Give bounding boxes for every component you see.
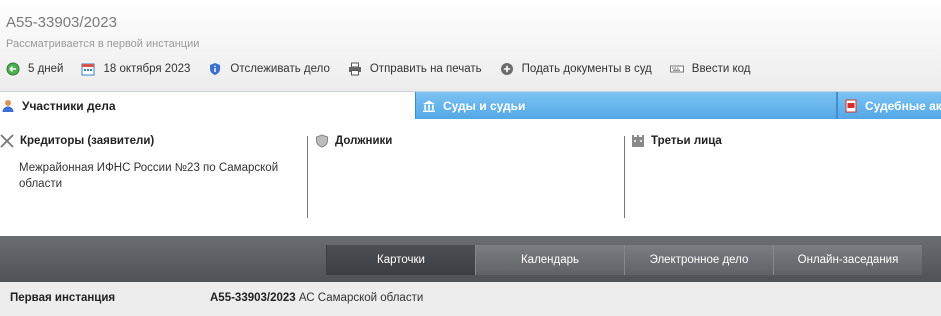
nav-electronic-case-button[interactable]: Электронное дело	[624, 245, 773, 275]
participants-panel: Кредиторы (заявители) Межрайонная ИФНС Р…	[0, 128, 941, 228]
days-elapsed-action[interactable]: 5 дней	[6, 62, 63, 76]
case-actions-toolbar: 5 дней 18 октября 2023 Отслеживать дело …	[6, 61, 768, 77]
nav-calendar-button[interactable]: Календарь	[475, 245, 624, 275]
nav-online-hearings-button[interactable]: Онлайн-заседания	[773, 245, 922, 275]
courthouse-icon	[422, 99, 436, 113]
hearing-date-action[interactable]: 18 октября 2023	[81, 62, 190, 76]
case-nav-bar: Карточки Календарь Электронное дело Онла…	[0, 236, 941, 282]
case-number: А55-33903/2023	[6, 14, 117, 31]
pdf-document-icon	[844, 99, 858, 113]
enter-code-action[interactable]: Ввести код	[669, 62, 751, 76]
creditors-column: Кредиторы (заявители) Межрайонная ИФНС Р…	[0, 128, 306, 220]
debtors-heading: Должники	[315, 128, 625, 154]
clock-arrow-icon	[6, 62, 20, 76]
debtors-column: Должники	[307, 134, 625, 218]
enter-code-label: Ввести код	[691, 63, 751, 75]
shield-icon	[315, 134, 329, 148]
creditors-title: Кредиторы (заявители)	[20, 135, 155, 147]
instance-label: Первая инстанция	[10, 292, 116, 304]
third-parties-heading: Третьи лица	[631, 128, 941, 154]
person-icon	[1, 99, 15, 113]
third-parties-column: Третьи лица	[624, 135, 941, 218]
track-case-action[interactable]: Отслеживать дело	[208, 62, 330, 76]
building-icon	[631, 134, 645, 148]
tab-courts-label: Суды и судьи	[443, 98, 526, 113]
tab-participants-label: Участники дела	[22, 98, 116, 113]
hearing-date-label: 18 октября 2023	[103, 63, 191, 75]
keyboard-icon	[669, 62, 684, 76]
track-case-label: Отслеживать дело	[230, 63, 330, 75]
instance-row: Первая инстанция А55-33903/2023 АС Самар…	[0, 282, 941, 316]
tab-acts[interactable]: Судебные акты	[836, 92, 941, 119]
tab-participants[interactable]: Участники дела	[0, 92, 415, 119]
nav-cards-button[interactable]: Карточки	[326, 245, 475, 275]
instance-value: А55-33903/2023 АС Самарской области	[210, 292, 423, 304]
creditors-heading: Кредиторы (заявители)	[0, 128, 306, 154]
case-header: А55-33903/2023 Рассматривается в первой …	[0, 0, 941, 91]
submit-documents-action[interactable]: Подать документы в суд	[500, 62, 652, 76]
calendar-icon	[81, 62, 95, 76]
debtors-title: Должники	[335, 135, 393, 147]
tab-courts[interactable]: Суды и судьи	[415, 92, 836, 119]
print-label: Отправить на печать	[369, 63, 482, 75]
submit-documents-label: Подать документы в суд	[521, 63, 652, 75]
case-tabs: Участники дела Суды и судьи Судебные акт…	[0, 91, 941, 119]
tab-acts-label: Судебные акты	[865, 98, 941, 113]
creditors-list: Межрайонная ИФНС России №23 по Самарской…	[0, 154, 306, 192]
case-nav-buttons: Карточки Календарь Электронное дело Онла…	[326, 245, 922, 275]
instance-court: АС Самарской области	[298, 292, 424, 304]
crossed-swords-icon	[0, 134, 14, 148]
print-action[interactable]: Отправить на печать	[348, 62, 482, 76]
creditor-link[interactable]: Межрайонная ИФНС России №23 по Самарской…	[19, 162, 278, 190]
printer-icon	[348, 62, 362, 76]
case-status: Рассматривается в первой инстанции	[6, 38, 200, 50]
instance-case-number[interactable]: А55-33903/2023	[210, 292, 296, 304]
plus-circle-icon	[500, 62, 514, 76]
days-elapsed-label: 5 дней	[28, 63, 64, 75]
third-parties-title: Третьи лица	[651, 135, 722, 147]
shield-info-icon	[208, 62, 222, 76]
